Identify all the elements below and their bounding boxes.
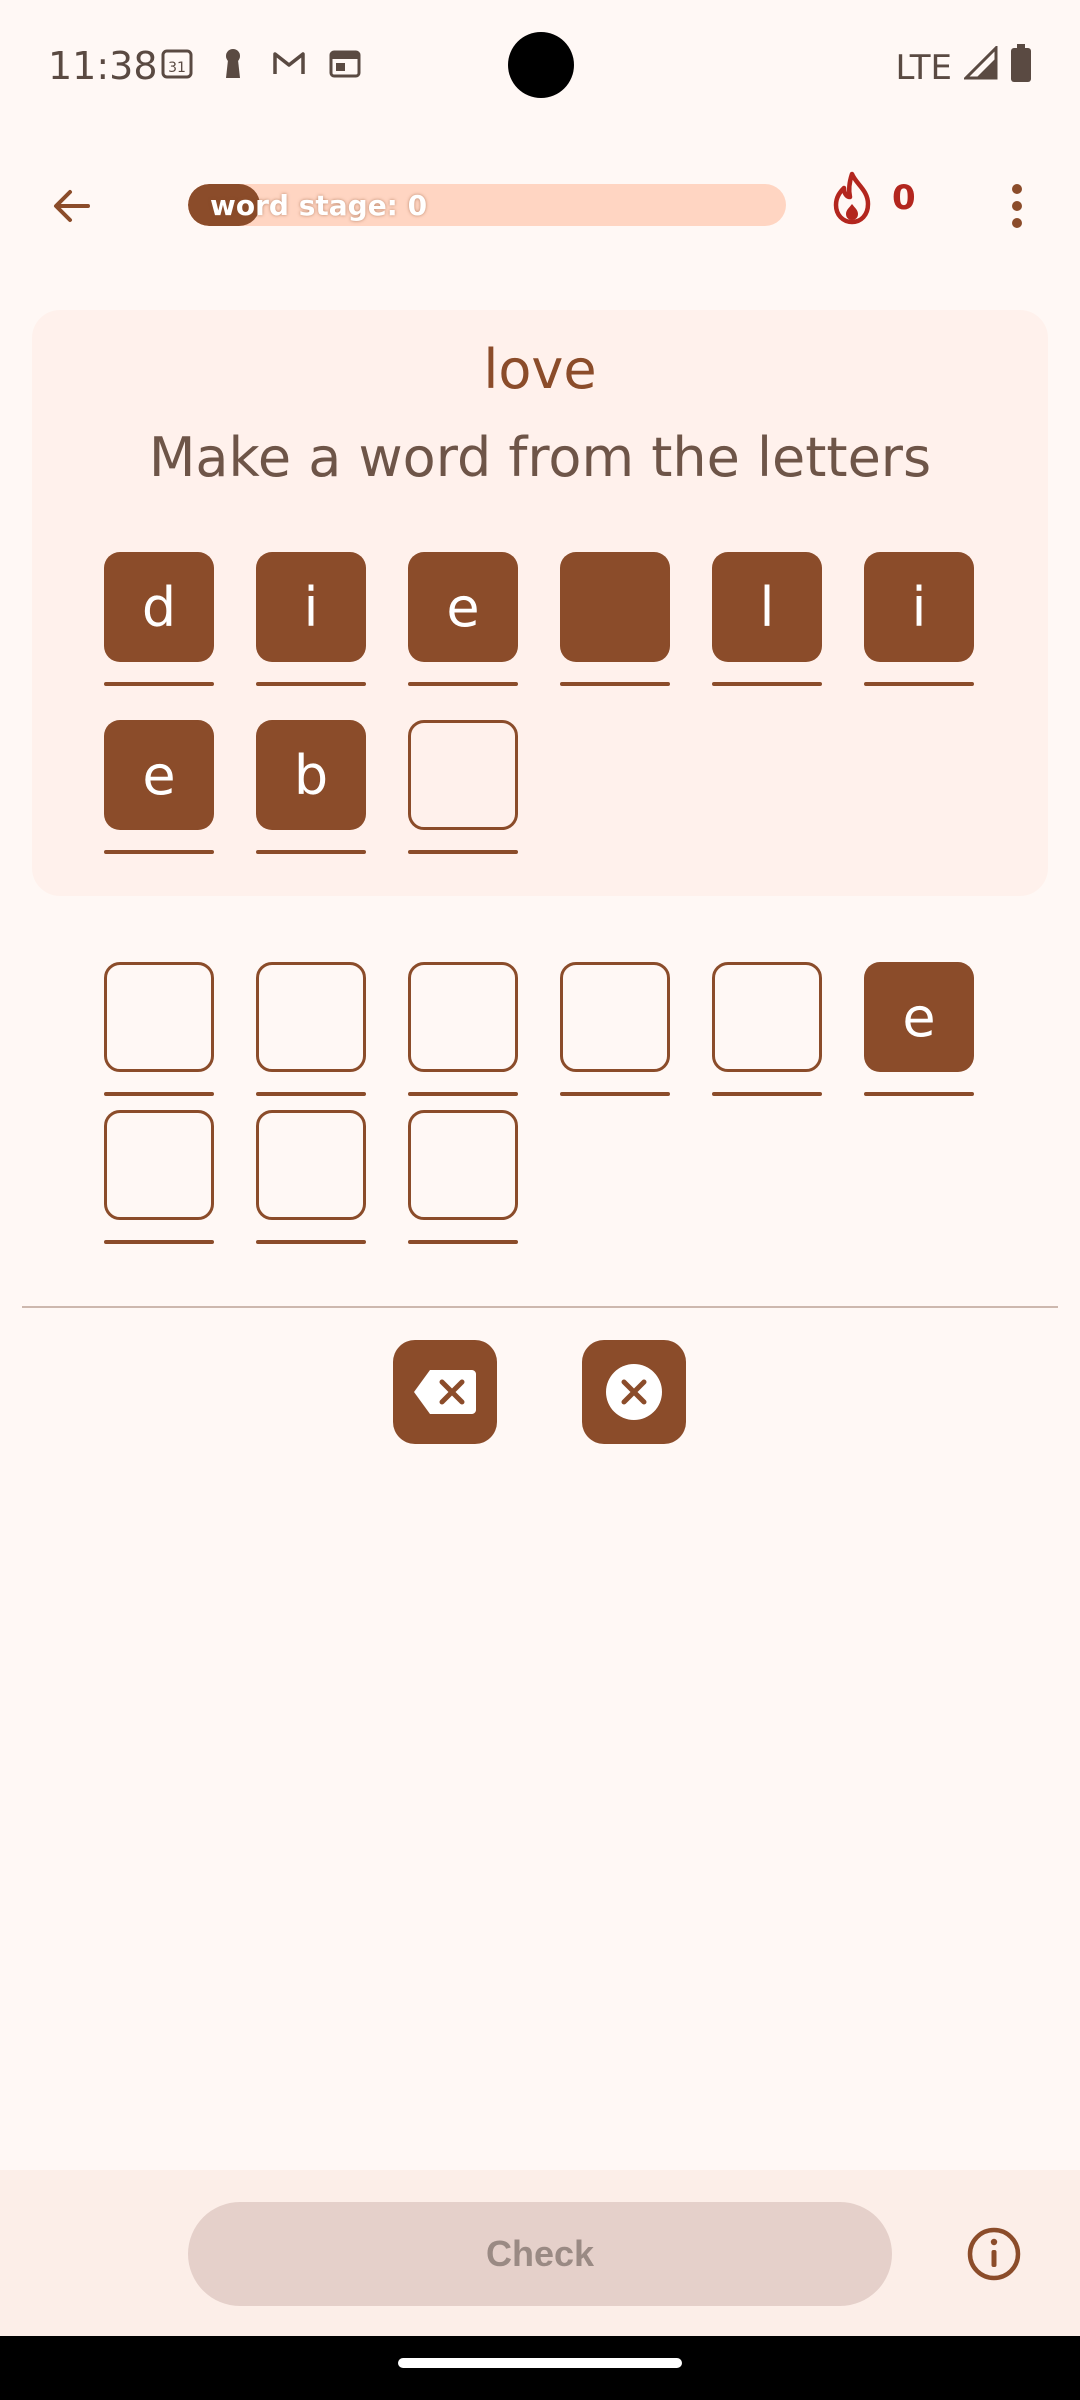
- more-vert-icon: [1012, 184, 1022, 228]
- letter-tile-underline: [104, 682, 214, 686]
- answer-slot-9[interactable]: [408, 1110, 518, 1220]
- progress-label: word stage: 0: [210, 189, 428, 222]
- calendar-icon: 31: [160, 46, 194, 80]
- home-gesture-pill[interactable]: [398, 2358, 682, 2368]
- backspace-icon: [414, 1370, 476, 1414]
- divider: [22, 1306, 1058, 1308]
- svg-text:31: 31: [168, 60, 186, 76]
- info-icon: [967, 2227, 1021, 2281]
- answer-slot-5[interactable]: [712, 962, 822, 1072]
- answer-slot-underline: [864, 1092, 974, 1096]
- target-word: love: [483, 338, 597, 401]
- answer-slot-6[interactable]: e: [864, 962, 974, 1072]
- word-stage-progress: word stage: 0: [188, 184, 786, 226]
- letter-tile-7[interactable]: e: [104, 720, 214, 830]
- news-icon: [328, 46, 362, 80]
- letter-tile-3[interactable]: e: [408, 552, 518, 662]
- answer-slot-underline: [104, 1240, 214, 1244]
- letter-tile-underline: [256, 682, 366, 686]
- fire-icon: [833, 171, 871, 225]
- letter-tile-underline: [712, 682, 822, 686]
- letter-tile-underline: [864, 682, 974, 686]
- bottom-bar: Check: [0, 2170, 1080, 2336]
- arrow-back-icon: [54, 190, 90, 222]
- answer-slot-underline: [256, 1240, 366, 1244]
- more-options-button[interactable]: [990, 170, 1044, 242]
- camera-cutout: [508, 32, 574, 98]
- instruction-text: Make a word from the letters: [148, 426, 932, 489]
- letter-tile-underline: [256, 850, 366, 854]
- streak-counter[interactable]: 0: [826, 170, 916, 226]
- letter-tile-5[interactable]: l: [712, 552, 822, 662]
- letter-tile-6[interactable]: i: [864, 552, 974, 662]
- letter-tile-1[interactable]: d: [104, 552, 214, 662]
- letter-tile-2[interactable]: i: [256, 552, 366, 662]
- letter-tile-8[interactable]: b: [256, 720, 366, 830]
- puzzle-card: love Make a word from the letters dielie…: [32, 310, 1048, 896]
- letter-tile-underline: [408, 850, 518, 854]
- keyhole-icon: [216, 46, 250, 80]
- answer-slot-7[interactable]: [104, 1110, 214, 1220]
- letter-tile-underline: [560, 682, 670, 686]
- network-label: LTE: [895, 47, 952, 88]
- answer-slot-underline: [560, 1092, 670, 1096]
- answer-slot-underline: [408, 1240, 518, 1244]
- back-button[interactable]: [36, 170, 108, 242]
- clear-all-button[interactable]: [582, 1340, 686, 1444]
- battery-icon: [1010, 44, 1032, 91]
- answer-slot-1[interactable]: [104, 962, 214, 1072]
- answer-slot-underline: [104, 1092, 214, 1096]
- check-button[interactable]: Check: [188, 2202, 892, 2306]
- status-bar: 11:38 31 LTE: [0, 0, 1080, 130]
- info-button[interactable]: [966, 2226, 1022, 2282]
- system-nav-bar: [0, 2336, 1080, 2400]
- status-time: 11:38: [48, 44, 158, 88]
- answer-slot-underline: [256, 1092, 366, 1096]
- answer-slot-2[interactable]: [256, 962, 366, 1072]
- signal-icon: [962, 44, 998, 89]
- answer-slot-3[interactable]: [408, 962, 518, 1072]
- answer-slot-4[interactable]: [560, 962, 670, 1072]
- app-bar: word stage: 0 0: [0, 150, 1080, 260]
- answer-slot-8[interactable]: [256, 1110, 366, 1220]
- letter-tile-underline: [104, 850, 214, 854]
- letter-tile-4[interactable]: [560, 552, 670, 662]
- letter-tile-9[interactable]: [408, 720, 518, 830]
- letter-tile-underline: [408, 682, 518, 686]
- clear-circle-icon: [606, 1364, 662, 1420]
- answer-slot-underline: [712, 1092, 822, 1096]
- gmail-icon: [272, 46, 306, 80]
- streak-count: 0: [892, 178, 916, 218]
- answer-slot-underline: [408, 1092, 518, 1096]
- notification-icons: 31: [160, 46, 362, 80]
- status-right: LTE: [895, 44, 1032, 91]
- backspace-button[interactable]: [393, 1340, 497, 1444]
